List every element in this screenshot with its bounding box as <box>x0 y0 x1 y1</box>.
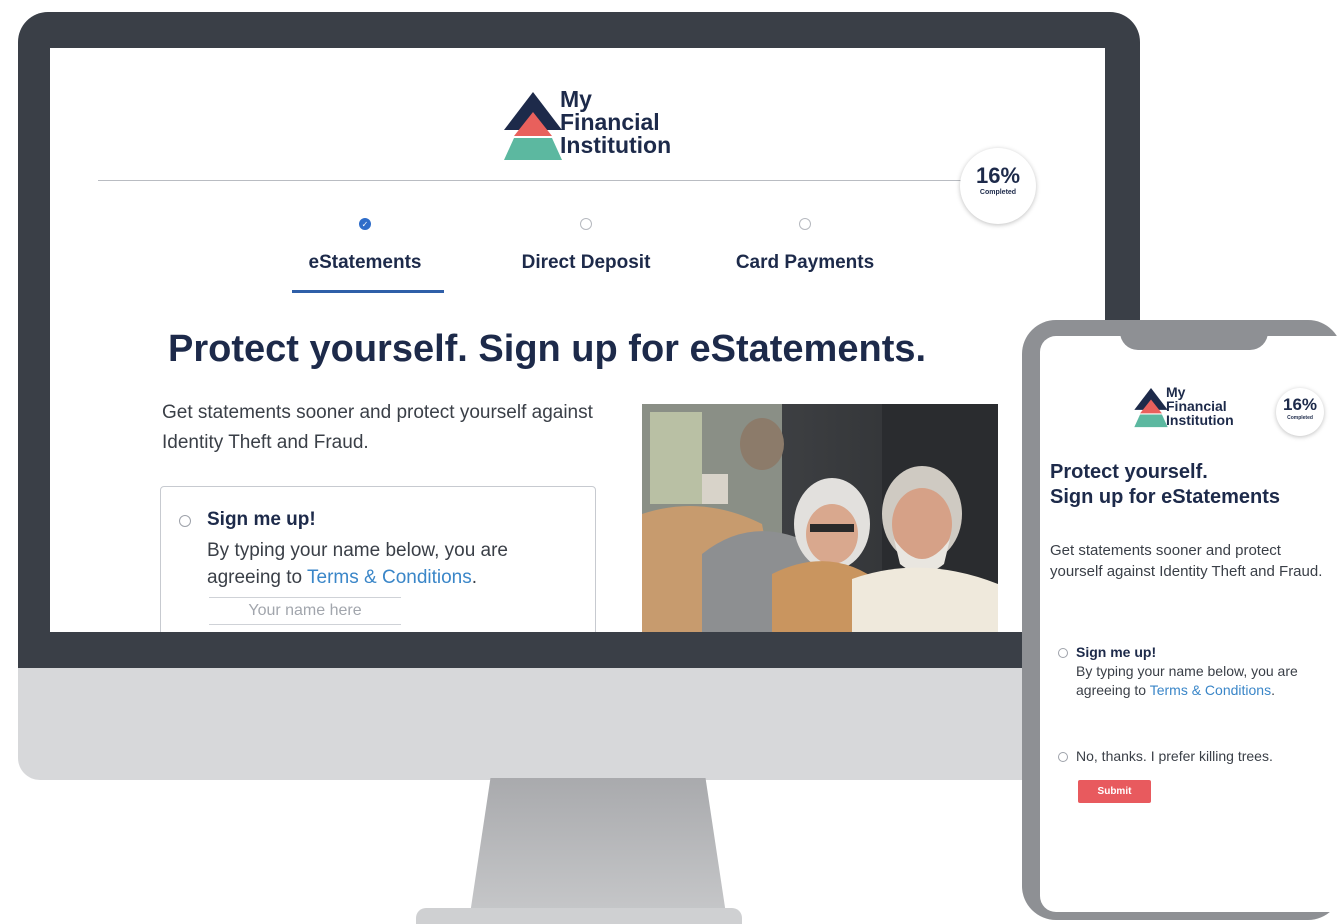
logo-mark-icon <box>504 92 562 160</box>
name-input[interactable] <box>209 597 401 625</box>
mobile-brand-logo[interactable]: My Financial Institution <box>1132 384 1234 430</box>
mobile-title-line-1: Protect yourself. <box>1050 461 1208 483</box>
step-check-icon: ✓ <box>359 218 371 230</box>
active-tab-underline <box>292 290 444 293</box>
mobile-signup-text: By typing your name below, you are agree… <box>1076 662 1336 700</box>
terms-trailing-text: . <box>1271 682 1275 698</box>
monitor-base <box>416 908 742 924</box>
terms-trailing-text: . <box>471 567 478 588</box>
progress-caption: Completed <box>979 189 1017 196</box>
step-pending-icon <box>580 218 592 230</box>
logo-mark-icon <box>1134 388 1168 428</box>
tab-card-payments[interactable]: Card Payments <box>732 218 878 274</box>
mobile-decline-text: No, thanks. I prefer killing trees. <box>1076 748 1273 764</box>
couple-photo-illustration <box>642 404 998 632</box>
mobile-page-title: Protect yourself. Sign up for eStatement… <box>1050 460 1280 510</box>
brand-line-2: Financial <box>1166 398 1227 414</box>
terms-link[interactable]: Terms & Conditions <box>307 567 472 588</box>
brand-logo[interactable]: My Financial Institution <box>500 85 672 162</box>
mobile-terms-link[interactable]: Terms & Conditions <box>1150 682 1271 698</box>
brand-line-1: My <box>560 85 592 112</box>
progress-caption: Completed <box>1287 415 1313 421</box>
tab-direct-deposit[interactable]: Direct Deposit <box>440 218 732 274</box>
monitor-chin <box>18 668 1140 780</box>
brand-name: My Financial Institution <box>560 85 672 158</box>
brand-line-1: My <box>1166 384 1186 400</box>
desktop-screen: My Financial Institution 16% Completed ✓… <box>50 48 1105 632</box>
mobile-signup-radio[interactable] <box>1058 648 1068 658</box>
mobile-decline-radio[interactable] <box>1058 752 1068 762</box>
submit-button[interactable]: Submit <box>1078 780 1151 803</box>
tab-direct-deposit-label: Direct Deposit <box>521 252 651 273</box>
couple-photo <box>642 404 998 632</box>
page-title: Protect yourself. Sign up for eStatement… <box>168 328 927 370</box>
signup-option-card[interactable]: Sign me up! By typing your name below, y… <box>160 486 596 632</box>
signup-option-title: Sign me up! <box>207 509 316 530</box>
tab-estatements-label: eStatements <box>308 252 422 273</box>
monitor-stand <box>470 778 726 914</box>
mobile-title-line-2: Sign up for eStatements <box>1050 486 1281 508</box>
progress-percent: 16% <box>975 163 1021 188</box>
mobile-intro-text: Get statements sooner and protect yourse… <box>1050 542 1323 580</box>
mobile-progress-badge: 16% Completed <box>1276 388 1324 436</box>
brand-line-3: Institution <box>1166 412 1234 428</box>
phone-notch <box>1120 320 1268 350</box>
step-tabs: ✓ eStatements Direct Deposit Card Paymen… <box>290 218 878 293</box>
mobile-signup-title: Sign me up! <box>1076 644 1157 660</box>
tab-card-payments-label: Card Payments <box>735 252 875 273</box>
header-divider <box>98 180 964 181</box>
progress-percent: 16% <box>1282 395 1318 414</box>
brand-line-2: Financial <box>560 108 660 135</box>
mobile-brand-name: My Financial Institution <box>1166 385 1234 427</box>
step-pending-icon <box>799 218 811 230</box>
signup-radio[interactable] <box>179 515 191 527</box>
signup-option-text: By typing your name below, you are agree… <box>207 537 577 591</box>
mobile-screen: My Financial Institution 16% Completed P… <box>1040 336 1339 912</box>
brand-line-3: Institution <box>560 131 672 158</box>
tab-estatements[interactable]: ✓ eStatements <box>290 218 444 293</box>
progress-badge: 16% Completed <box>960 148 1036 224</box>
intro-text: Get statements sooner and protect yourse… <box>162 402 593 453</box>
